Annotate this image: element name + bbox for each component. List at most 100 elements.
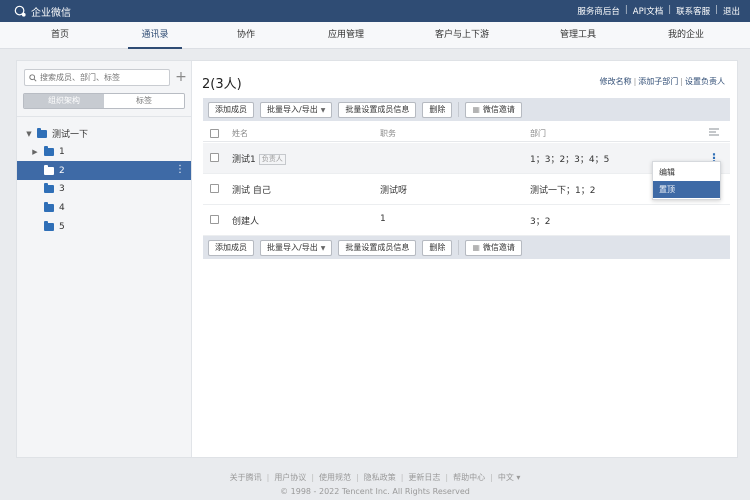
footer-link-usage-rules[interactable]: 使用规范 — [319, 473, 351, 482]
app-logo[interactable]: 企业微信 — [14, 4, 71, 19]
footer: 关于腾讯 | 用户协议 | 使用规范 | 隐私政策 | 更新日志 | 帮助中心 | 中文 ▾ © 199… — [0, 472, 750, 496]
nav-collaboration[interactable]: 协作 — [226, 22, 266, 49]
footer-link-privacy[interactable]: 隐私政策 — [364, 473, 396, 482]
delete-button[interactable]: 删除 — [422, 239, 453, 256]
column-department: 部门 — [530, 129, 546, 138]
batch-set-info-button[interactable]: 批量设置成员信息 — [338, 101, 417, 118]
divider — [458, 240, 460, 255]
tree-item-label: 3 — [59, 183, 65, 194]
batch-import-export-button[interactable]: 批量导入/导出 ▼ — [260, 101, 333, 118]
top-link-service-console[interactable]: 服务商后台 — [577, 5, 620, 17]
separator: | — [715, 5, 718, 15]
member-department: 测试一下；1；2 — [530, 186, 596, 196]
member-list-area: 2(3人) 修改名称 | 添加子部门 | 设置负责人 添加成员 批量导入/导出 ▼ 批量设… — [193, 61, 737, 457]
separator: | — [668, 5, 672, 15]
member-name: 测试1 负责人 — [232, 152, 286, 165]
set-manager-link[interactable]: 设置负责人 — [685, 77, 725, 86]
folder-icon — [37, 127, 47, 138]
table-row[interactable]: 创建人 1 3；2 — [203, 205, 730, 236]
folder-icon — [44, 145, 54, 156]
dropdown-arrow-icon: ▼ — [320, 244, 326, 252]
footer-link-about[interactable]: 关于腾讯 — [230, 473, 262, 482]
wechat-invite-button[interactable]: ▦ 微信邀请 — [465, 101, 522, 118]
row-checkbox[interactable] — [210, 153, 219, 162]
batch-import-export-button[interactable]: 批量导入/导出 ▼ — [260, 239, 333, 256]
more-options-icon[interactable]: ⋮ — [175, 164, 185, 175]
manager-badge: 负责人 — [258, 154, 286, 165]
member-toolbar-bottom: 添加成员 批量导入/导出 ▼ 批量设置成员信息 删除 ▦ 微信邀请 — [203, 236, 730, 259]
nav-my-company[interactable]: 我的企业 — [658, 22, 714, 49]
qrcode-icon: ▦ — [472, 242, 480, 252]
separator: | — [624, 5, 628, 15]
dropdown-arrow-icon: ▼ — [320, 106, 326, 114]
add-member-button[interactable]: 添加成员 — [208, 239, 254, 256]
select-all-checkbox[interactable] — [210, 129, 219, 138]
table-header: 姓名 职务 部门 — [203, 125, 730, 142]
button-label: 批量导入/导出 — [267, 104, 318, 114]
member-search-box[interactable] — [24, 69, 170, 86]
top-bar: 企业微信 服务商后台 | API文档 | 联系客服 | 退出 — [0, 0, 750, 22]
add-icon[interactable]: + — [174, 69, 188, 85]
tree-item-label: 5 — [59, 221, 65, 232]
search-icon — [29, 73, 37, 82]
tree-item-label: 1 — [59, 146, 65, 157]
nav-app-management[interactable]: 应用管理 — [318, 22, 374, 49]
tree-item-4[interactable]: 4 — [17, 198, 191, 217]
column-position: 职务 — [380, 129, 396, 138]
folder-icon — [44, 201, 54, 212]
button-label: 微信邀请 — [482, 242, 515, 252]
caret-right-icon[interactable]: ▶ — [31, 148, 39, 156]
tree-item-5[interactable]: 5 — [17, 217, 191, 236]
tree-item-2[interactable]: 2 ⋮ — [17, 161, 191, 180]
tree-item-label: 2 — [59, 165, 65, 176]
nav-admin-tools[interactable]: 管理工具 — [550, 22, 606, 49]
footer-link-changelog[interactable]: 更新日志 — [408, 473, 440, 482]
row-checkbox[interactable] — [210, 184, 219, 193]
top-link-logout[interactable]: 退出 — [723, 5, 740, 17]
member-name: 创建人 — [232, 217, 260, 227]
top-link-contact-support[interactable]: 联系客服 — [676, 5, 710, 17]
nav-home[interactable]: 首页 — [40, 22, 80, 49]
add-member-button[interactable]: 添加成员 — [208, 101, 254, 118]
sidebar-tabs: 组织架构 标签 — [23, 93, 185, 109]
qrcode-icon: ▦ — [472, 104, 480, 114]
row-context-menu: 编辑 置顶 — [652, 161, 721, 200]
copyright: © 1998 - 2022 Tencent Inc. All Rights Re… — [280, 487, 470, 496]
tree-item-3[interactable]: 3 — [17, 179, 191, 198]
tree-item-label: 测试一下 — [52, 130, 89, 140]
delete-button[interactable]: 删除 — [422, 101, 453, 118]
folder-icon — [44, 164, 54, 175]
tree-item-root[interactable]: ▼ 测试一下 — [17, 124, 191, 143]
table-row[interactable]: 测试1 负责人 1；3；2；3；4；5 ⋮ — [203, 143, 730, 174]
add-sub-department-link[interactable]: 添加子部门 — [638, 77, 678, 86]
column-settings-icon[interactable] — [709, 128, 719, 136]
menu-item-pin-top[interactable]: 置顶 — [653, 181, 720, 198]
nav-contacts[interactable]: 通讯录 — [128, 22, 182, 49]
top-link-api-docs[interactable]: API文档 — [633, 5, 663, 17]
tab-org-structure[interactable]: 组织架构 — [24, 94, 104, 108]
menu-item-edit[interactable]: 编辑 — [653, 164, 720, 181]
caret-down-icon[interactable]: ▼ — [25, 130, 33, 138]
contacts-panel: + 组织架构 标签 ▼ 测试一下 ▶ 1 2 ⋮ 3 4 — [16, 60, 738, 458]
nav-customers[interactable]: 客户与上下游 — [426, 22, 498, 49]
org-sidebar: + 组织架构 标签 ▼ 测试一下 ▶ 1 2 ⋮ 3 4 — [17, 61, 192, 457]
language-selector[interactable]: 中文 ▾ — [498, 473, 521, 482]
rename-department-link[interactable]: 修改名称 — [600, 77, 632, 86]
footer-link-terms[interactable]: 用户协议 — [274, 473, 306, 482]
column-name: 姓名 — [232, 129, 248, 138]
button-label: 微信邀请 — [482, 104, 515, 114]
member-position: 测试呀 — [380, 186, 408, 196]
tree-item-1[interactable]: ▶ 1 — [17, 142, 191, 161]
tab-tags[interactable]: 标签 — [104, 94, 184, 108]
member-toolbar-top: 添加成员 批量导入/导出 ▼ 批量设置成员信息 删除 ▦ 微信邀请 — [203, 98, 730, 121]
row-checkbox[interactable] — [210, 215, 219, 224]
wecom-logo-icon — [14, 5, 26, 17]
batch-set-info-button[interactable]: 批量设置成员信息 — [338, 239, 417, 256]
tree-item-label: 4 — [59, 202, 65, 213]
footer-link-help[interactable]: 帮助中心 — [453, 473, 485, 482]
department-actions: 修改名称 | 添加子部门 | 设置负责人 — [599, 77, 725, 86]
wechat-invite-button[interactable]: ▦ 微信邀请 — [465, 239, 522, 256]
member-search-input[interactable] — [40, 73, 160, 82]
main-nav: 首页 通讯录 协作 应用管理 客户与上下游 管理工具 我的企业 — [0, 22, 750, 49]
table-row[interactable]: 测试 自己 测试呀 测试一下；1；2 — [203, 174, 730, 205]
